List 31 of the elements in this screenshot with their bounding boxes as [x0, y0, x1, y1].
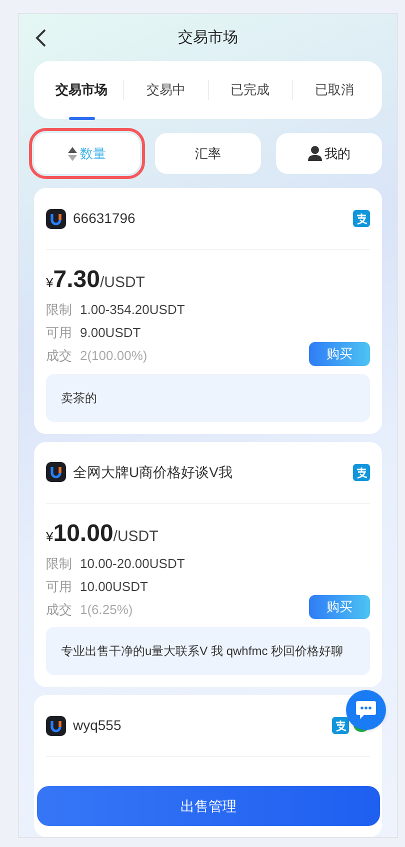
page-title: 交易市场 — [178, 28, 238, 48]
stat-value: 10.00USDT — [80, 578, 148, 596]
stat-value: 1.00-354.20USDT — [80, 301, 185, 320]
stat-value: 10.00-20.00USDT — [80, 554, 185, 573]
stat-value: 2(100.00%) — [80, 347, 148, 366]
filter-button[interactable]: 汇率 — [155, 133, 261, 174]
tab[interactable]: 已取消 — [314, 80, 354, 100]
stat-label: 限制 — [46, 301, 72, 320]
stat-label: 成交 — [46, 600, 72, 619]
stat-label: 成交 — [46, 347, 72, 366]
seller-note: 专业出售干净的u量大联系V 我 qwhfmc 秒回价格好聊 — [61, 644, 344, 658]
tab[interactable]: 交易中 — [146, 80, 186, 100]
price: 10.00 — [53, 520, 114, 548]
sell-management-button[interactable]: 出售管理 — [37, 786, 380, 826]
stat-value: 1(6.25%) — [80, 600, 133, 619]
price-unit: /USDT — [100, 273, 145, 293]
currency-symbol: ¥ — [46, 274, 54, 292]
stat-label: 可用 — [46, 324, 72, 342]
stat-label: 可用 — [46, 578, 72, 596]
price-unit: /USDT — [113, 526, 158, 546]
stat-label: 限制 — [46, 554, 72, 573]
filter-button[interactable]: 我的 — [276, 133, 382, 174]
seller-name: 全网大牌U商价格好谈V我 — [73, 462, 232, 482]
seller-name: 66631796 — [73, 209, 136, 228]
seller-note: 卖茶的 — [61, 390, 97, 404]
stat-value: 9.00USDT — [80, 324, 141, 342]
tab[interactable]: 已完成 — [230, 80, 270, 100]
price: 7.30 — [53, 266, 100, 294]
currency-symbol: ¥ — [46, 528, 54, 546]
seller-name: wyq555 — [73, 716, 122, 735]
tab[interactable]: 交易市场 — [56, 80, 108, 100]
